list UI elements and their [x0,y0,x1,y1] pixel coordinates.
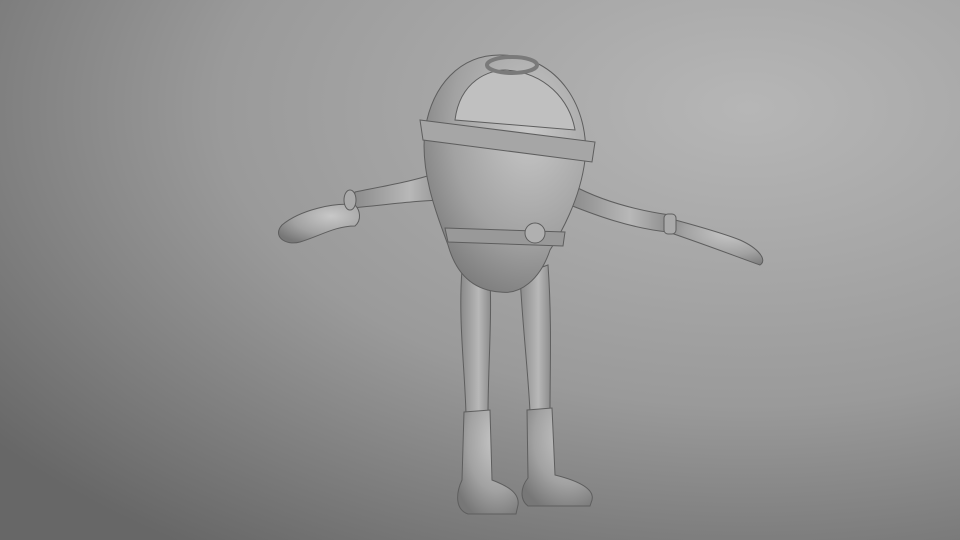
render-viewport [0,0,960,540]
left-wristband [343,189,357,211]
right-wristband [663,213,677,235]
belt-knob [524,222,546,244]
left-leg [460,269,492,416]
